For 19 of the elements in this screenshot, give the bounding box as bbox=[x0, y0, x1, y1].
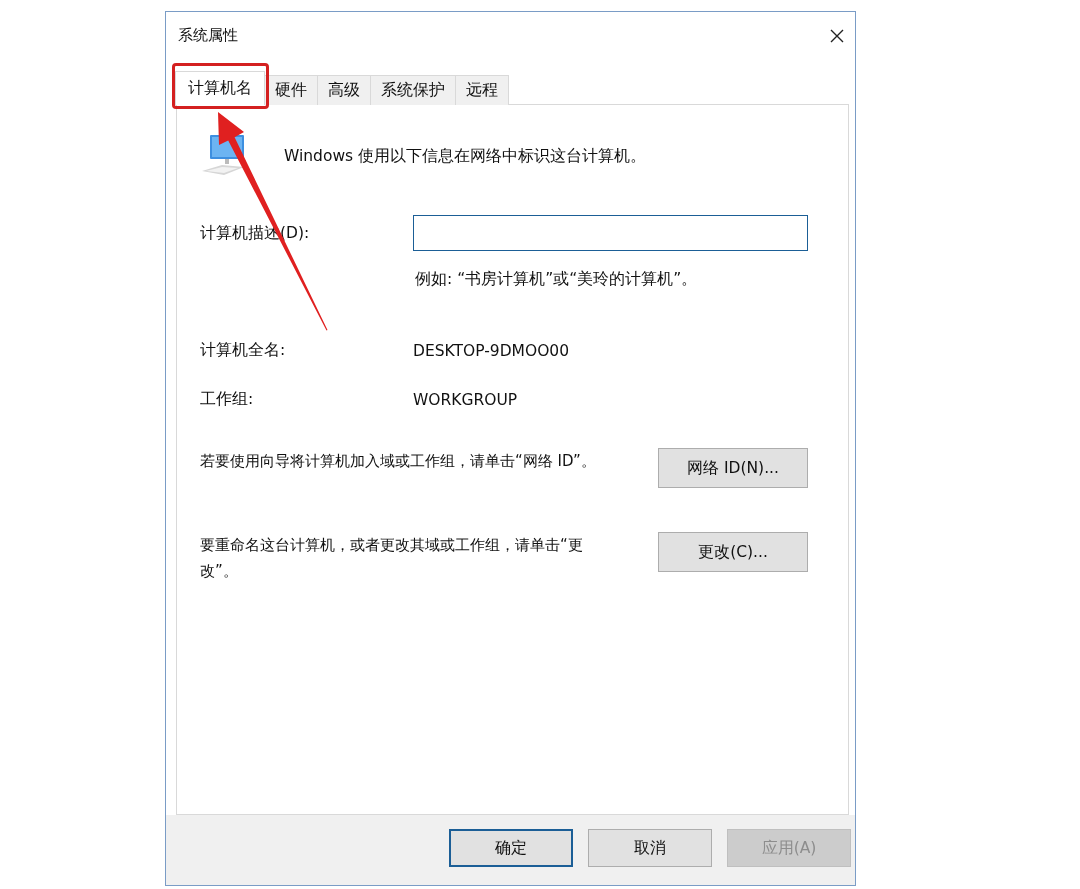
close-icon[interactable] bbox=[829, 27, 845, 44]
instruction-text: 要重命名这台计算机，或者更改其域或工作组，请单击“更改”。 bbox=[200, 535, 584, 582]
action-button[interactable]: 网络 ID(N)... bbox=[658, 448, 808, 488]
dialog-button[interactable]: 取消 bbox=[588, 829, 712, 867]
tab[interactable]: 高级 bbox=[317, 75, 371, 105]
window-title: 系统属性 bbox=[178, 26, 238, 45]
hint-text: 例如: “书房计算机”或“美玲的计算机”。 bbox=[415, 269, 699, 290]
field-label: 计算机全名: bbox=[200, 340, 287, 361]
action-button[interactable]: 更改(C)... bbox=[658, 532, 808, 572]
dialog-button[interactable]: 确定 bbox=[449, 829, 573, 867]
workgroup-name: WORKGROUP bbox=[413, 390, 518, 409]
tab[interactable]: 系统保护 bbox=[370, 75, 456, 105]
instruction-text: 若要使用向导将计算机加入域或工作组，请单击“网络 ID”。 bbox=[200, 451, 597, 472]
field-label: 工作组: bbox=[200, 389, 255, 410]
tab[interactable]: 计算机名 bbox=[175, 71, 265, 105]
description-field[interactable] bbox=[413, 215, 808, 251]
computer-name: DESKTOP-9DMOO00 bbox=[413, 341, 570, 360]
tab[interactable]: 远程 bbox=[455, 75, 509, 105]
intro-text: Windows 使用以下信息在网络中标识这台计算机。 bbox=[284, 145, 647, 167]
